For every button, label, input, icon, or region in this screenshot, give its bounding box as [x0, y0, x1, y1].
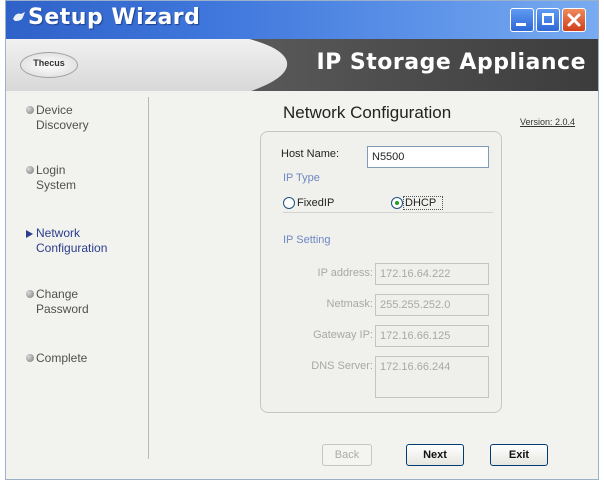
radio-circle	[391, 197, 403, 209]
close-icon	[567, 13, 581, 27]
step-label-line2: Configuration	[36, 241, 108, 255]
close-button[interactable]	[562, 8, 586, 32]
ip-type-label: IP Type	[283, 172, 320, 184]
window-title: Setup Wizard	[28, 5, 201, 30]
step-label-line1: Complete	[36, 351, 88, 365]
step-label-line2: Password	[36, 302, 89, 316]
radio-circle	[283, 197, 295, 209]
step-label-line1: Login	[36, 163, 66, 177]
step-bullet-icon	[26, 166, 34, 174]
fixed-ip-label: FixedIP	[297, 197, 335, 209]
setup-wizard-window: Setup Wizard Thecus IP Storage Appliance…	[5, 0, 599, 480]
current-step-arrow-icon	[26, 230, 33, 238]
gateway-ip-label: Gateway IP:	[313, 329, 373, 341]
sidebar-divider	[148, 97, 149, 459]
product-name: IP Storage Appliance	[316, 50, 586, 75]
netmask-label: Netmask:	[326, 298, 373, 310]
step-label-line1: Network	[36, 226, 81, 240]
network-settings-panel: Host Name: IP Type FixedIP DHCP IP Setti…	[260, 131, 502, 413]
gateway-ip-input[interactable]	[375, 325, 489, 347]
step-bullet-icon	[26, 106, 34, 114]
minimize-icon	[516, 23, 526, 26]
ip-setting-label: IP Setting	[283, 234, 331, 246]
wizard-steps: Device Discovery Login System Network Co…	[6, 91, 144, 461]
host-name-input[interactable]	[367, 146, 489, 168]
dns-server-textarea[interactable]: 172.16.66.244	[375, 356, 489, 398]
brand-logo-text: Thecus	[33, 58, 65, 68]
app-icon	[13, 12, 25, 21]
minimize-button[interactable]	[510, 8, 534, 32]
exit-button[interactable]: Exit	[490, 444, 548, 466]
step-complete: Complete	[26, 351, 88, 366]
radio-selected-dot	[395, 201, 399, 205]
host-name-label: Host Name:	[281, 148, 340, 160]
next-button[interactable]: Next	[406, 444, 464, 466]
back-button[interactable]: Back	[322, 444, 372, 466]
fixed-ip-radio[interactable]: FixedIP	[283, 195, 353, 213]
step-bullet-icon	[26, 290, 34, 298]
page-title: Network Configuration	[283, 103, 452, 122]
version-link[interactable]: Version: 2.0.4	[520, 117, 575, 127]
dhcp-radio[interactable]: DHCP	[391, 195, 451, 213]
step-label-line2: Discovery	[36, 118, 89, 132]
title-bar[interactable]: Setup Wizard	[6, 1, 598, 39]
ip-address-label: IP address:	[317, 267, 373, 279]
step-change-password: Change Password	[26, 287, 89, 317]
step-login-system: Login System	[26, 163, 77, 193]
netmask-input[interactable]	[375, 294, 489, 316]
step-label-line2: System	[36, 178, 77, 192]
brand-logo: Thecus	[20, 52, 78, 78]
maximize-icon	[542, 13, 554, 25]
step-label-line1: Change	[36, 287, 79, 301]
step-device-discovery: Device Discovery	[26, 103, 89, 133]
step-bullet-icon	[26, 354, 34, 362]
product-banner: Thecus IP Storage Appliance	[6, 39, 598, 91]
dhcp-label: DHCP	[405, 197, 437, 209]
dns-server-label: DNS Server:	[311, 360, 373, 372]
step-label-line1: Device	[36, 103, 73, 117]
maximize-button[interactable]	[536, 8, 560, 32]
ip-address-input[interactable]	[375, 263, 489, 285]
step-network-configuration: Network Configuration	[26, 226, 108, 256]
